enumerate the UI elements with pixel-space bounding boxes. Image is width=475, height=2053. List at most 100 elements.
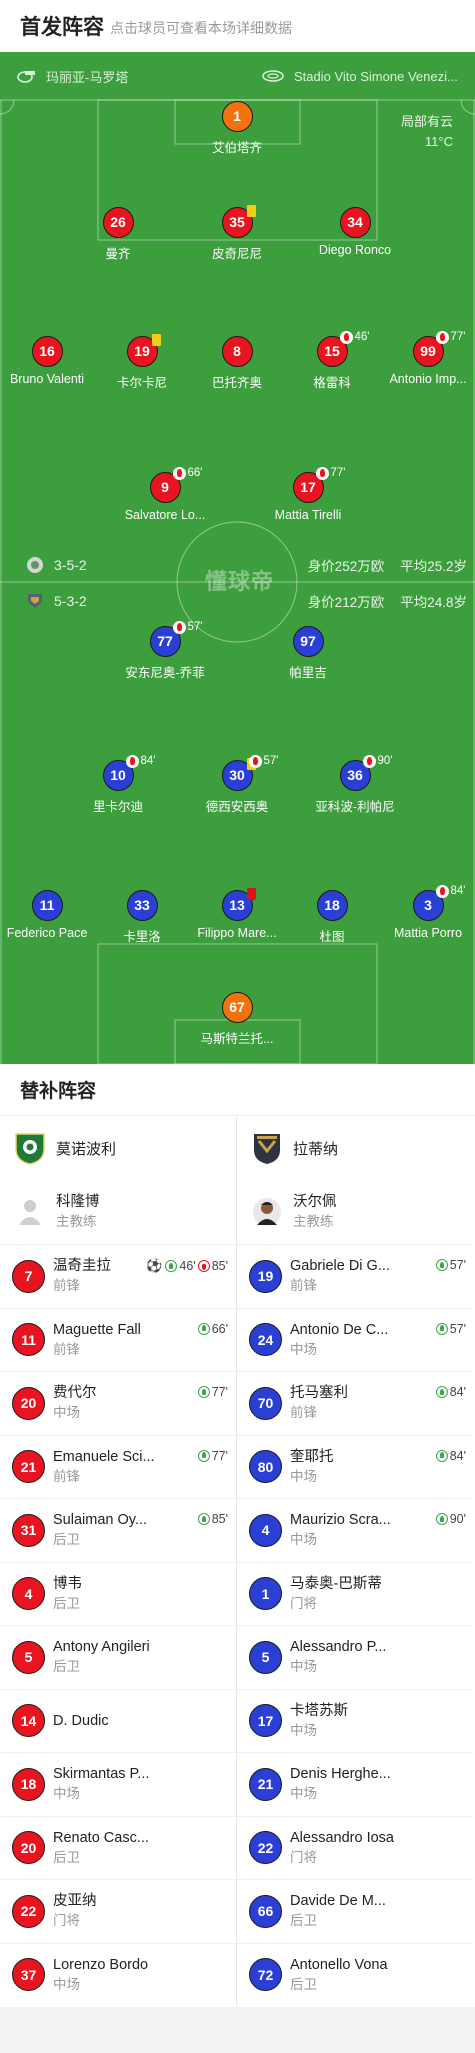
away-player[interactable]: 3 84' Mattia Porro <box>373 884 475 940</box>
home-player[interactable]: 1 艾伯塔齐 <box>182 101 292 156</box>
substitute-name: 托马塞利 <box>290 1385 348 1402</box>
home-team-stats: 身价252万欧 平均25.2岁 <box>308 554 467 576</box>
sub-in-icon <box>197 1386 210 1398</box>
substitute-position: 后卫 <box>290 1913 317 1929</box>
player-name: 亚科波-利帕尼 <box>315 800 395 814</box>
away-player[interactable]: 30 57' 德西安西奥 <box>182 754 292 815</box>
away-player[interactable]: 36 90' 亚科波-利帕尼 <box>300 754 410 815</box>
substitute-row[interactable]: 70 托马塞利 前锋 84' <box>237 1371 474 1435</box>
substitute-number: 21 <box>12 1450 45 1484</box>
player-number: 34 <box>347 214 363 230</box>
substitute-row[interactable]: 24 Antonio De C... 中场 57' <box>237 1307 474 1372</box>
player-number-badge: 15 46' <box>316 330 370 367</box>
player-number-badge: 77 57' <box>149 620 203 657</box>
sub-in-icon <box>435 1513 448 1525</box>
substitute-row[interactable]: 80 奎耶托 中场 84' <box>237 1434 474 1499</box>
home-age: 平均25.2岁 <box>400 559 467 574</box>
away-player[interactable]: 33 卡里洛 <box>87 890 197 945</box>
away-coach[interactable]: 沃尔佩 主教练 <box>237 1180 474 1244</box>
home-coach[interactable]: 科隆博 主教练 <box>0 1180 236 1244</box>
substitute-row[interactable]: 20 Renato Casc... 后卫 <box>0 1815 236 1880</box>
player-number-badge: 35 <box>221 205 256 238</box>
sub-out-event: 66' <box>172 466 203 480</box>
substitute-events: 57' <box>435 1322 466 1336</box>
substitute-row[interactable]: 37 Lorenzo Bordo 中场 <box>0 1942 236 2007</box>
substitute-position: 中场 <box>53 1786 80 1802</box>
away-age: 平均24.8岁 <box>400 595 467 610</box>
player-number: 19 <box>134 343 150 359</box>
substitute-row[interactable]: 21 Denis Herghe... 中场 <box>237 1752 474 1816</box>
substitute-row[interactable]: 14 D. Dudic <box>0 1688 236 1753</box>
substitute-position: 前锋 <box>53 1278 80 1294</box>
sub-out-event: 46' <box>339 330 370 344</box>
weather: 局部有云 11°C <box>401 112 453 152</box>
substitute-number: 80 <box>249 1450 282 1484</box>
home-player[interactable]: 34 Diego Ronco <box>300 207 410 257</box>
player-name: Filippo Mare... <box>197 926 277 940</box>
substitute-position: 后卫 <box>53 1659 80 1675</box>
substitute-row[interactable]: 5 Antony Angileri 后卫 <box>0 1625 236 1689</box>
home-team-icon <box>26 556 44 574</box>
player-name: 曼齐 <box>105 247 131 261</box>
substitute-position: 中场 <box>290 1468 317 1484</box>
substitute-row[interactable]: 17 卡塔苏斯 中场 <box>237 1688 474 1753</box>
home-player[interactable]: 15 46' 格雷科 <box>277 330 387 391</box>
substitute-row[interactable]: 22 Alessandro Iosa 门将 <box>237 1815 474 1880</box>
substitute-number: 11 <box>12 1323 45 1357</box>
substitute-row[interactable]: 5 Alessandro P... 中场 <box>237 1625 474 1689</box>
away-player[interactable]: 10 84' 里卡尔迪 <box>63 754 173 815</box>
sub-out-icon <box>435 330 449 344</box>
away-player[interactable]: 77 57' 安东尼奥-乔菲 <box>110 620 220 681</box>
substitute-position: 中场 <box>290 1722 317 1738</box>
substitute-row[interactable]: 19 Gabriele Di G... 前锋 57' <box>237 1244 474 1308</box>
away-player[interactable]: 67 马斯特兰托... <box>182 992 292 1047</box>
player-number: 36 <box>347 767 363 783</box>
substitute-position: 门将 <box>290 1849 317 1865</box>
sub-out-minute: 66' <box>187 467 203 479</box>
home-coach-name: 科隆博 <box>56 1194 100 1210</box>
substitute-number: 22 <box>249 1831 282 1865</box>
home-player[interactable]: 26 曼齐 <box>63 207 173 262</box>
sub-out-event: 90' <box>362 754 393 768</box>
player-number-badge: 13 <box>221 888 256 921</box>
home-player[interactable]: 17 77' Mattia Tirelli <box>253 466 363 522</box>
substitute-name: Davide De M... <box>290 1893 386 1910</box>
home-player[interactable]: 99 77' Antonio Imp... <box>373 330 475 386</box>
sub-in-icon <box>197 1513 210 1525</box>
player-number: 3 <box>424 897 432 913</box>
substitute-name: Lorenzo Bordo <box>53 1956 149 1973</box>
home-team-row[interactable]: 莫诺波利 <box>0 1116 236 1180</box>
away-player[interactable]: 97 帕里吉 <box>253 626 363 681</box>
substitute-row[interactable]: 11 Maguette Fall 前锋 66' <box>0 1307 236 1372</box>
home-player[interactable]: 8 巴托齐奥 <box>182 336 292 391</box>
substitute-row[interactable]: 4 博韦 后卫 <box>0 1561 236 1626</box>
substitute-row[interactable]: 4 Maurizio Scra... 中场 90' <box>237 1498 474 1562</box>
player-number-badge: 33 <box>126 890 158 921</box>
substitute-row[interactable]: 22 皮亚纳 门将 <box>0 1879 236 1943</box>
player-number-badge: 16 <box>31 336 63 367</box>
substitute-name: D. Dudic <box>53 1712 109 1729</box>
home-formation: 3-5-2 <box>26 554 87 576</box>
substitute-row[interactable]: 31 Sulaiman Oy... 后卫 85' <box>0 1498 236 1562</box>
substitute-number: 19 <box>249 1259 282 1293</box>
away-player[interactable]: 18 杜图 <box>277 890 387 945</box>
substitute-row[interactable]: 66 Davide De M... 后卫 <box>237 1879 474 1943</box>
substitute-row[interactable]: 21 Emanuele Sci... 前锋 77' <box>0 1434 236 1499</box>
pitch: 玛丽亚-马罗塔 Stadio Vito Simone Venezi... 局部有… <box>0 52 475 1064</box>
player-number-badge: 99 77' <box>412 330 466 367</box>
away-player[interactable]: 13 Filippo Mare... <box>182 888 292 940</box>
substitute-row[interactable]: 72 Antonello Vona 后卫 <box>237 1942 474 2007</box>
substitute-number: 72 <box>249 1958 282 1992</box>
stadium-info: Stadio Vito Simone Venezi... <box>262 52 458 100</box>
home-player[interactable]: 35 皮奇尼尼 <box>182 205 292 262</box>
substitute-position: 门将 <box>290 1595 317 1611</box>
substitute-row[interactable]: 1 马泰奥-巴斯蒂 门将 <box>237 1561 474 1626</box>
substitute-position: 前锋 <box>53 1468 80 1484</box>
substitute-row[interactable]: 20 费代尔 中场 77' <box>0 1371 236 1435</box>
away-team-row[interactable]: 拉蒂纳 <box>237 1116 474 1180</box>
substitute-events: 85' <box>197 1512 228 1526</box>
substitute-row[interactable]: 18 Skirmantas P... 中场 <box>0 1752 236 1816</box>
substitute-row[interactable]: 7 温奇圭拉 前锋 ⚽ 46' 85' <box>0 1244 236 1308</box>
home-player[interactable]: 19 卡尔卡尼 <box>87 334 197 391</box>
home-player[interactable]: 9 66' Salvatore Lo... <box>110 466 220 522</box>
